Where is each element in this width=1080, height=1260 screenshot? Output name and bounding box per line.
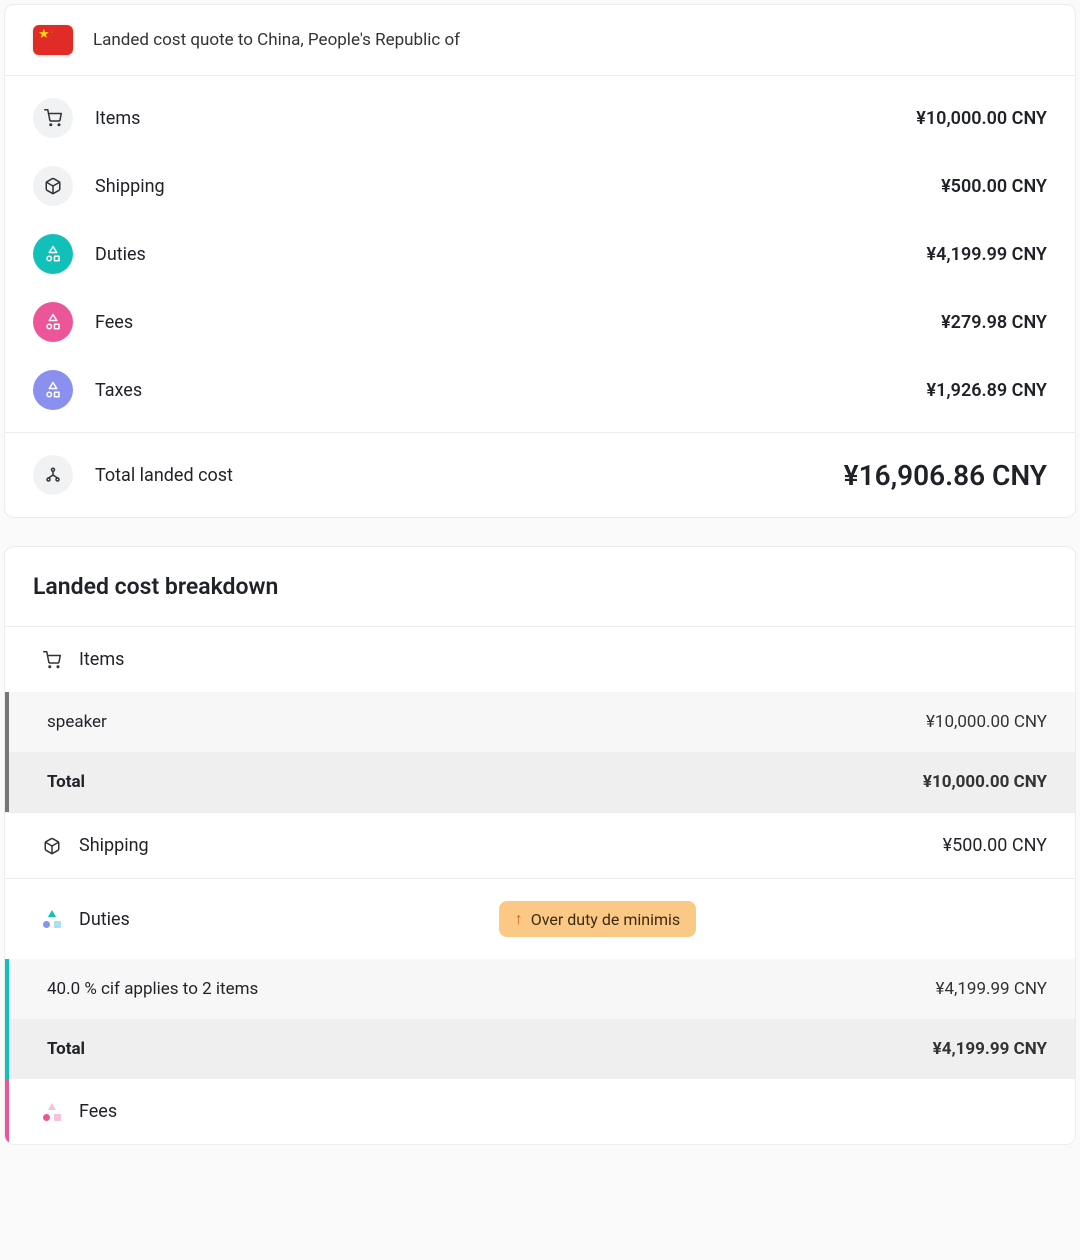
package-icon — [43, 837, 61, 855]
duties-icon — [33, 234, 73, 274]
summary-title: Landed cost quote to China, People's Rep… — [93, 30, 460, 50]
cart-icon — [43, 651, 61, 669]
items-label: Items — [95, 108, 140, 129]
row-items: Items ¥10,000.00 CNY — [5, 84, 1075, 152]
total-amount: ¥16,906.86 CNY — [844, 459, 1047, 492]
items-amount: ¥10,000.00 CNY — [916, 108, 1047, 129]
fees-icon — [33, 302, 73, 342]
breakdown-header: Landed cost breakdown — [5, 547, 1075, 627]
fees-header-label: Fees — [79, 1101, 117, 1122]
shipping-amount: ¥500.00 CNY — [941, 176, 1047, 197]
duties-line-row: 40.0 % cif applies to 2 items ¥4,199.99 … — [5, 959, 1075, 1019]
breakdown-shipping-label: Shipping — [79, 835, 149, 856]
item-row: speaker ¥10,000.00 CNY — [5, 692, 1075, 752]
row-duties: Duties ¥4,199.99 CNY — [5, 220, 1075, 288]
taxes-label: Taxes — [95, 380, 142, 401]
row-shipping: Shipping ¥500.00 CNY — [5, 152, 1075, 220]
de-minimis-badge: ↑ Over duty de minimis — [499, 901, 696, 937]
items-total-label: Total — [47, 772, 85, 792]
items-total-amount: ¥10,000.00 CNY — [923, 772, 1047, 792]
row-fees: Fees ¥279.98 CNY — [5, 288, 1075, 356]
shipping-label: Shipping — [95, 176, 165, 197]
fees-icon — [43, 1103, 61, 1121]
fees-amount: ¥279.98 CNY — [941, 312, 1047, 333]
duties-amount: ¥4,199.99 CNY — [927, 244, 1047, 265]
item-name: speaker — [47, 712, 107, 732]
duties-icon — [43, 910, 61, 928]
duties-header-label: Duties — [79, 909, 130, 930]
breakdown-shipping-amount: ¥500.00 CNY — [943, 835, 1047, 856]
item-amount: ¥10,000.00 CNY — [926, 712, 1047, 732]
total-row: Total landed cost ¥16,906.86 CNY — [5, 432, 1075, 517]
summary-header: Landed cost quote to China, People's Rep… — [5, 5, 1075, 76]
duties-line-label: 40.0 % cif applies to 2 items — [47, 979, 258, 999]
duties-line-amount: ¥4,199.99 CNY — [936, 979, 1047, 999]
breakdown-fees-header: Fees — [5, 1079, 1075, 1144]
total-icon — [33, 455, 73, 495]
package-icon — [33, 166, 73, 206]
arrow-up-icon: ↑ — [515, 909, 523, 929]
total-label: Total landed cost — [95, 465, 233, 486]
duties-total-label: Total — [47, 1039, 85, 1059]
summary-card: Landed cost quote to China, People's Rep… — [4, 4, 1076, 518]
cart-icon — [33, 98, 73, 138]
de-minimis-text: Over duty de minimis — [531, 910, 680, 929]
duties-total-amount: ¥4,199.99 CNY — [933, 1039, 1047, 1059]
breakdown-card: Landed cost breakdown Items speaker ¥10,… — [4, 546, 1076, 1145]
breakdown-duties-header: Duties ↑ Over duty de minimis — [5, 879, 1075, 959]
breakdown-shipping-row: Shipping ¥500.00 CNY — [5, 812, 1075, 879]
items-total-row: Total ¥10,000.00 CNY — [5, 752, 1075, 812]
duties-label: Duties — [95, 244, 146, 265]
duties-total-row: Total ¥4,199.99 CNY — [5, 1019, 1075, 1079]
taxes-icon — [33, 370, 73, 410]
fees-label: Fees — [95, 312, 133, 333]
items-header-label: Items — [79, 649, 124, 670]
flag-icon — [33, 25, 73, 55]
row-taxes: Taxes ¥1,926.89 CNY — [5, 356, 1075, 424]
taxes-amount: ¥1,926.89 CNY — [927, 380, 1047, 401]
breakdown-title: Landed cost breakdown — [33, 573, 1047, 600]
breakdown-items-header: Items — [5, 627, 1075, 692]
summary-rows: Items ¥10,000.00 CNY Shipping ¥500.00 CN… — [5, 76, 1075, 432]
